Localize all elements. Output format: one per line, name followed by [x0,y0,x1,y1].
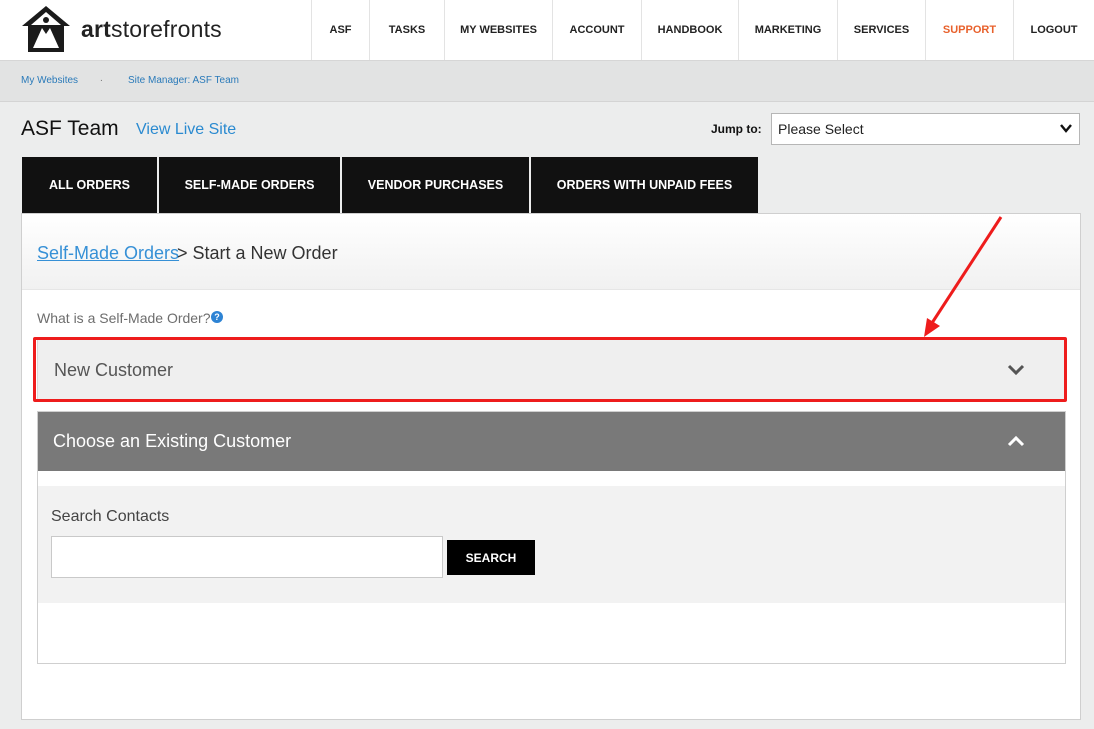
main-nav: ASF TASKS MY WEBSITES ACCOUNT HANDBOOK M… [311,0,1094,60]
existing-customer-label: Choose an Existing Customer [53,431,292,451]
nav-tasks[interactable]: TASKS [369,0,444,60]
breadcrumb-separator: . [100,73,103,84]
search-contacts-input[interactable] [51,536,443,578]
search-button[interactable]: SEARCH [447,540,535,575]
brand-name: artstorefronts [81,15,222,42]
storefront-logo-icon [22,6,70,52]
tab-all-orders[interactable]: ALL ORDERS [22,157,157,213]
chevron-down-icon [1007,364,1025,376]
jump-to-select[interactable]: Please Select [771,113,1080,145]
page-title: ASF Team [21,117,119,140]
search-contacts-section: Search Contacts SEARCH [38,486,1065,603]
breadcrumb: My Websites . Site Manager: ASF Team [0,61,1094,102]
panel-header: Self-Made Orders > Start a New Order [22,214,1080,290]
logo[interactable]: artstorefronts [20,4,222,54]
jump-to-label: Jump to: [711,122,762,136]
nav-support[interactable]: SUPPORT [925,0,1013,60]
nav-account[interactable]: ACCOUNT [552,0,641,60]
search-contacts-label: Search Contacts [51,508,170,525]
breadcrumb-site-manager[interactable]: Site Manager: ASF Team [128,75,239,86]
top-header: artstorefronts ASF TASKS MY WEBSITES ACC… [0,0,1094,61]
existing-customer-header[interactable]: Choose an Existing Customer [38,412,1065,471]
view-live-site-link[interactable]: View Live Site [136,121,236,139]
new-customer-label: New Customer [54,360,174,380]
tab-vendor-purchases[interactable]: VENDOR PURCHASES [342,157,529,213]
tab-orders-with-unpaid-fees[interactable]: ORDERS WITH UNPAID FEES [531,157,758,213]
existing-customer-accordion: Choose an Existing Customer Search Conta… [37,411,1066,664]
nav-marketing[interactable]: MARKETING [738,0,837,60]
new-customer-accordion[interactable]: New Customer [37,339,1066,400]
self-made-orders-link[interactable]: Self-Made Orders [37,243,179,264]
nav-logout[interactable]: LOGOUT [1013,0,1094,60]
what-is-self-made-order[interactable]: What is a Self-Made Order? [37,310,211,326]
chevron-up-icon [1007,435,1025,447]
nav-services[interactable]: SERVICES [837,0,925,60]
nav-handbook[interactable]: HANDBOOK [641,0,738,60]
question-circle-icon[interactable]: ? [211,311,223,323]
nav-my-websites[interactable]: MY WEBSITES [444,0,552,60]
panel-subtitle: > Start a New Order [177,243,338,263]
tab-self-made-orders[interactable]: SELF-MADE ORDERS [159,157,340,213]
order-panel: Self-Made Orders > Start a New Order Wha… [21,213,1081,720]
breadcrumb-my-websites[interactable]: My Websites [21,75,78,86]
chevron-down-icon [1060,124,1072,133]
jump-to-selected-value: Please Select [778,121,864,137]
nav-asf[interactable]: ASF [311,0,369,60]
